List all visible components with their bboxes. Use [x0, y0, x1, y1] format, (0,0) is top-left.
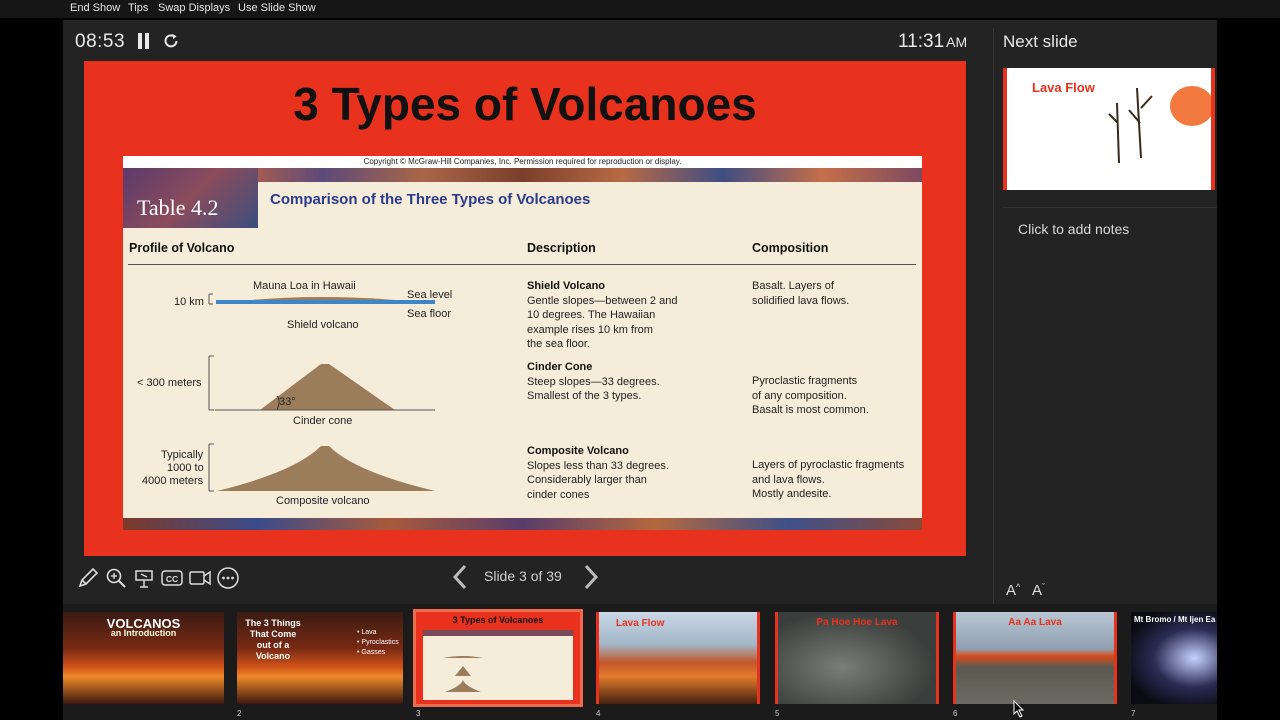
thumb-3-volcanoes — [443, 656, 483, 692]
laser-pointer-icon — [135, 570, 153, 588]
next-slide-label: Next slide — [1003, 32, 1078, 51]
thumbnail-slide-7[interactable]: Mt Bromo / Mt Ijen Ea — [1131, 612, 1217, 704]
more-options-icon — [217, 567, 239, 589]
thumbnail-slide-2[interactable]: The 3 Things That Come out of a Volcano … — [237, 612, 403, 704]
thumb-1-subtitle: an Introduction — [110, 628, 177, 638]
composite-caption: Composite volcano — [276, 495, 370, 507]
previous-slide-button[interactable] — [451, 564, 469, 590]
composite-volcano-profile — [208, 443, 435, 492]
table-heading: Comparison of the Three Types of Volcano… — [270, 191, 591, 208]
thumb-2-number: 2 — [237, 709, 242, 718]
slide-counter: Slide 3 of 39 — [484, 568, 562, 584]
next-slide-button[interactable] — [582, 564, 600, 590]
thumb-4-title: Lava Flow — [616, 618, 665, 629]
slide-title: 3 Types of Volcanoes — [293, 78, 757, 130]
cinder-description: Cinder Cone Steep slopes—33 degrees. Sma… — [527, 361, 660, 402]
table-label: Table 4.2 — [137, 195, 219, 220]
zoom-button[interactable] — [104, 566, 128, 590]
thumb-7-title: Mt Bromo / Mt Ijen Ea — [1134, 615, 1216, 624]
shield-composition: Basalt. Layers of solidified lava flows. — [752, 280, 850, 307]
cinder-caption: Cinder cone — [293, 415, 353, 427]
video-camera-icon — [189, 570, 211, 586]
restart-timer-button[interactable] — [162, 32, 180, 50]
thumb-3-table — [423, 630, 573, 700]
decrease-font-button[interactable]: Aˇ — [1032, 582, 1045, 599]
thumb-2-title: The 3 Things That Come out of a Volcano — [245, 618, 301, 661]
restart-icon — [164, 34, 178, 48]
slide-filmstrip: VOLCANOS an Introduction The 3 Things Th… — [63, 604, 1217, 720]
mouse-cursor-icon — [1013, 700, 1025, 718]
pane-divider[interactable] — [993, 28, 994, 604]
current-slide[interactable]: 3 Types of Volcanoes Copyright © McGraw-… — [84, 61, 966, 556]
column-header-description: Description — [527, 241, 596, 255]
elapsed-timer: 08:53 — [75, 31, 126, 52]
thumb-2-bullets: • Lava • Pyroclastics • Gasses — [357, 629, 399, 656]
chevron-right-icon — [584, 564, 599, 590]
thumbnail-slide-5[interactable]: Pa Hoe Hoe Lava — [775, 612, 939, 704]
column-header-composition: Composition — [752, 241, 829, 255]
captions-button[interactable]: CC — [160, 566, 184, 590]
thumb-3-title: 3 Types of Volcanoes — [452, 615, 544, 625]
thumb-3-number: 3 — [416, 709, 421, 718]
menu-use-slide-show[interactable]: Use Slide Show — [238, 2, 316, 14]
table-label-box: Table 4.2 — [123, 168, 258, 228]
menu-swap-displays[interactable]: Swap Displays — [158, 2, 230, 14]
thumb-6-number: 6 — [953, 709, 958, 718]
closed-captions-icon: CC — [161, 570, 183, 586]
menu-tips[interactable]: Tips — [128, 2, 148, 14]
cinder-cone-profile — [208, 355, 435, 411]
increase-font-button[interactable]: A^ — [1006, 582, 1020, 599]
thumb-4-number: 4 — [596, 709, 601, 718]
column-header-profile: Profile of Volcano — [129, 241, 235, 255]
pause-timer-button[interactable] — [137, 33, 151, 49]
chevron-left-icon — [452, 564, 467, 590]
camera-button[interactable] — [188, 566, 212, 590]
speaker-notes[interactable]: Click to add notes — [1018, 221, 1129, 237]
more-options-button[interactable] — [216, 566, 240, 590]
shield-volcano-profile — [208, 293, 435, 305]
thumbnail-slide-4[interactable]: Lava Flow — [596, 612, 760, 704]
decorative-band-bottom — [123, 518, 922, 530]
clock: 11:31 AM — [898, 31, 968, 52]
menu-end-show[interactable]: End Show — [70, 2, 120, 14]
header-rule — [128, 264, 916, 265]
cinder-composition: Pyroclastic fragments of any composition… — [752, 375, 869, 416]
thumb-5-number: 5 — [775, 709, 780, 718]
svg-text:CC: CC — [166, 574, 178, 584]
thumb-7-number: 7 — [1131, 709, 1136, 718]
shield-description: Shield Volcano Gentle slopes—between 2 a… — [527, 280, 678, 350]
thumbnail-slide-6[interactable]: Aa Aa Lava — [953, 612, 1117, 704]
thumbnail-slide-3[interactable]: 3 Types of Volcanoes — [413, 609, 583, 707]
next-slide-preview[interactable]: Lava Flow — [1003, 68, 1215, 190]
composite-height-line3: 4000 meters — [142, 475, 204, 487]
composite-height-line2: 1000 to — [167, 462, 204, 474]
thumbnail-slide-1[interactable]: VOLCANOS an Introduction — [63, 612, 224, 704]
pen-icon — [78, 567, 99, 588]
composite-description: Composite Volcano Slopes less than 33 de… — [527, 445, 669, 501]
shield-height-label: 10 km — [174, 296, 204, 308]
shield-caption: Shield volcano — [287, 319, 359, 331]
composite-composition: Layers of pyroclastic fragments and lava… — [752, 459, 905, 500]
notes-divider — [1003, 207, 1217, 208]
cinder-height-label: < 300 meters — [137, 377, 202, 389]
thumb-5-title: Pa Hoe Hoe Lava — [816, 617, 898, 628]
menu-bar: End Show Tips Swap Displays Use Slide Sh… — [0, 0, 1280, 18]
thumb-6-title: Aa Aa Lava — [1008, 617, 1062, 628]
pen-tool-button[interactable] — [76, 566, 100, 590]
next-slide-trees — [1108, 86, 1211, 164]
cinder-angle-label: 33° — [279, 396, 296, 408]
copyright-notice: Copyright © McGraw-Hill Companies, Inc. … — [123, 156, 922, 168]
volcano-comparison-table-image: Copyright © McGraw-Hill Companies, Inc. … — [123, 156, 922, 530]
zoom-icon — [106, 568, 126, 588]
laser-pointer-button[interactable] — [132, 566, 156, 590]
composite-height-line1: Typically — [161, 449, 204, 461]
